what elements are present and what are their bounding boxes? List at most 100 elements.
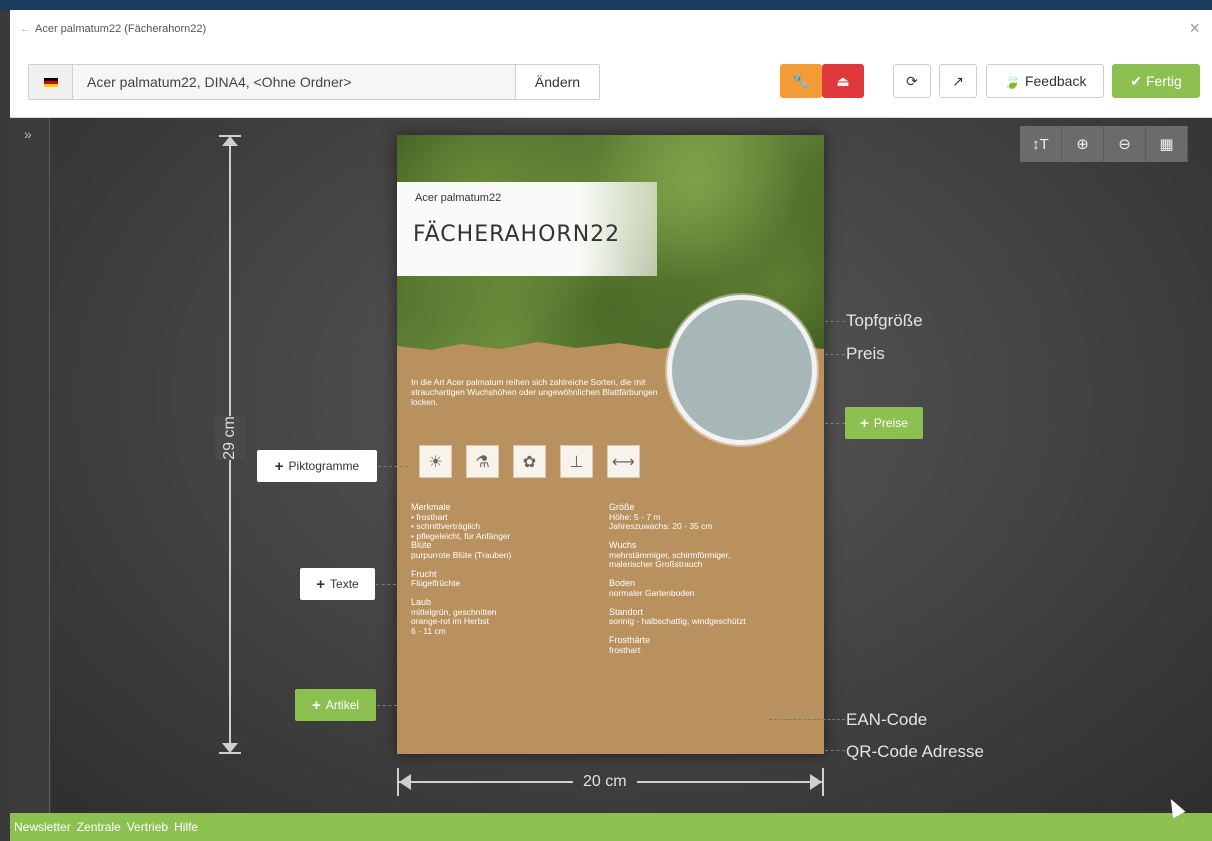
flower-icon: ✿ xyxy=(513,445,546,478)
info-line: • schnittverträglich xyxy=(411,521,481,531)
check-icon: ✔ xyxy=(1130,72,1142,89)
latin-name: Acer palmatum22 xyxy=(415,192,502,204)
info-line: frosthart xyxy=(609,644,641,655)
footer-link-zentrale[interactable]: Zentrale xyxy=(77,820,121,834)
info-line: malerischer Großstrauch xyxy=(609,559,703,569)
dialog-title-text: Acer palmatum22 (Fächerahorn22) xyxy=(35,23,207,35)
refresh-button[interactable]: ⟳ xyxy=(893,64,931,98)
done-label: Fertig xyxy=(1145,73,1182,89)
done-button[interactable]: ✔ Fertig xyxy=(1112,64,1200,98)
footer-bar: Newsletter Zentrale Vertrieb Hilfe xyxy=(10,813,1212,841)
label-path-text: Acer palmatum22, DINA4, <Ohne Ordner> xyxy=(87,74,352,90)
feedback-button[interactable]: 🍃 Feedback xyxy=(986,64,1104,98)
add-piktogramme-label: Piktogramme xyxy=(288,459,360,473)
add-texte-button[interactable]: + Texte xyxy=(300,568,375,600)
plus-icon: + xyxy=(274,457,284,475)
ean-callout: EAN-Code xyxy=(846,710,928,729)
info-heading: Wuchs xyxy=(609,540,637,550)
editor-canvas: ↕T ⊕ ⊖ ▦ 29 cm 20 cm Acer palmatum22 FÄC… xyxy=(51,118,1212,813)
topfgroesse-leader xyxy=(825,321,845,322)
stamp-button[interactable]: ⏏ xyxy=(822,64,864,98)
arrow-down-icon xyxy=(222,743,238,753)
feedback-label: Feedback xyxy=(1024,73,1087,89)
title-card: Acer palmatum22 FÄCHERAHORN22 xyxy=(397,182,657,276)
arrow-up-icon xyxy=(222,136,238,146)
arrow-left-icon xyxy=(399,774,411,790)
info-line: normaler Gartenboden xyxy=(609,587,695,598)
preise-leader xyxy=(825,423,845,424)
watering-icon: ⚗ xyxy=(466,445,499,478)
info-heading: Frosthärte xyxy=(609,635,651,645)
back-icon[interactable]: ← xyxy=(20,23,31,35)
close-icon[interactable]: × xyxy=(1189,18,1200,39)
plus-icon: + xyxy=(311,696,321,714)
info-heading: Blüte xyxy=(411,540,432,550)
plus-icon: + xyxy=(316,575,326,593)
zoom-in-icon[interactable]: ⊕ xyxy=(1062,126,1104,162)
ean-leader xyxy=(769,719,845,720)
zoom-toolbar: ↕T ⊕ ⊖ ▦ xyxy=(1020,126,1188,162)
width-icon: ⟷ xyxy=(607,445,640,478)
info-line: Jahreszuwachs: 20 - 35 cm xyxy=(609,521,713,531)
plus-icon: + xyxy=(860,414,869,432)
info-line: mittelgrün, geschnitten xyxy=(411,606,497,617)
dialog-title: ← Acer palmatum22 (Fächerahorn22) xyxy=(20,23,206,35)
language-selector[interactable] xyxy=(29,65,73,99)
info-heading: Größe xyxy=(609,502,635,512)
width-label: 20 cm xyxy=(573,770,637,794)
footer-link-newsletter[interactable]: Newsletter xyxy=(14,820,71,834)
artikel-leader xyxy=(377,705,397,706)
wrench-button[interactable]: 🔧 xyxy=(780,64,822,98)
info-line: • frosthart xyxy=(411,511,448,522)
qr-callout: QR-Code Adresse xyxy=(846,742,984,761)
add-preise-label: Preise xyxy=(873,416,908,430)
info-line: 6 - 11 cm xyxy=(411,625,446,636)
height-label: 29 cm xyxy=(215,416,245,460)
footer-link-vertrieb[interactable]: Vertrieb xyxy=(127,820,168,834)
stamp-icon: ⏏ xyxy=(836,72,850,89)
add-artikel-button[interactable]: + Artikel xyxy=(295,689,376,721)
add-artikel-label: Artikel xyxy=(325,698,360,712)
label-preview[interactable]: Acer palmatum22 FÄCHERAHORN22 In die Art… xyxy=(397,135,824,754)
topfgroesse-callout: Topfgröße xyxy=(846,311,923,330)
info-line: • pflegeleicht, für Anfänger xyxy=(411,530,511,541)
add-texte-label: Texte xyxy=(330,577,359,591)
expand-sidebar-icon: » xyxy=(24,126,32,142)
preis-leader xyxy=(825,354,845,355)
zoom-out-icon[interactable]: ⊖ xyxy=(1104,126,1146,162)
height-icon: ⊥ xyxy=(560,445,593,478)
left-info-column: Merkmale • frosthart • schnittverträglic… xyxy=(411,502,601,636)
add-preise-button[interactable]: + Preise xyxy=(845,407,923,439)
dialog-header: ← Acer palmatum22 (Fächerahorn22) × Acer… xyxy=(10,10,1212,118)
info-heading: Boden xyxy=(609,578,636,588)
qr-leader xyxy=(825,750,845,751)
german-flag-icon xyxy=(43,77,58,87)
right-info-column: Größe Höhe: 5 - 7 m Jahreszuwachs: 20 - … xyxy=(609,502,819,655)
pictogram-row: ☀ ⚗ ✿ ⊥ ⟷ xyxy=(419,445,640,478)
change-button[interactable]: Ändern xyxy=(515,65,599,99)
piktogramme-leader xyxy=(378,466,408,467)
refresh-icon: ⟳ xyxy=(906,72,918,89)
grid-icon[interactable]: ▦ xyxy=(1146,126,1188,162)
top-accent-bar xyxy=(0,0,1212,10)
preis-callout: Preis xyxy=(846,344,885,363)
info-line: Flügelfrüchte xyxy=(411,578,461,588)
sidebar-toggle[interactable]: » xyxy=(10,118,50,813)
add-piktogramme-button[interactable]: + Piktogramme xyxy=(257,450,377,482)
common-name: FÄCHERAHORN22 xyxy=(413,222,621,247)
label-path-field: Acer palmatum22, DINA4, <Ohne Ordner> Än… xyxy=(28,64,600,100)
footer-link-hilfe[interactable]: Hilfe xyxy=(174,820,198,834)
price-circle[interactable] xyxy=(667,295,817,445)
info-line: sonnig - halbschattig, windgeschützt xyxy=(609,616,746,626)
info-heading: Laub xyxy=(411,597,432,607)
arrow-right-icon xyxy=(810,774,822,790)
info-heading: Merkmale xyxy=(411,502,451,512)
open-external-button[interactable]: ↗ xyxy=(939,64,977,98)
text-size-icon[interactable]: ↕T xyxy=(1020,126,1062,162)
info-line: orange-rot im Herbst xyxy=(411,616,489,626)
info-line: purpurrote Blüte (Trauben) xyxy=(411,549,512,560)
external-link-icon: ↗ xyxy=(952,72,964,89)
info-heading: Frucht xyxy=(411,568,437,579)
sun-icon: ☀ xyxy=(419,445,452,478)
wrench-icon: 🔧 xyxy=(792,72,810,89)
